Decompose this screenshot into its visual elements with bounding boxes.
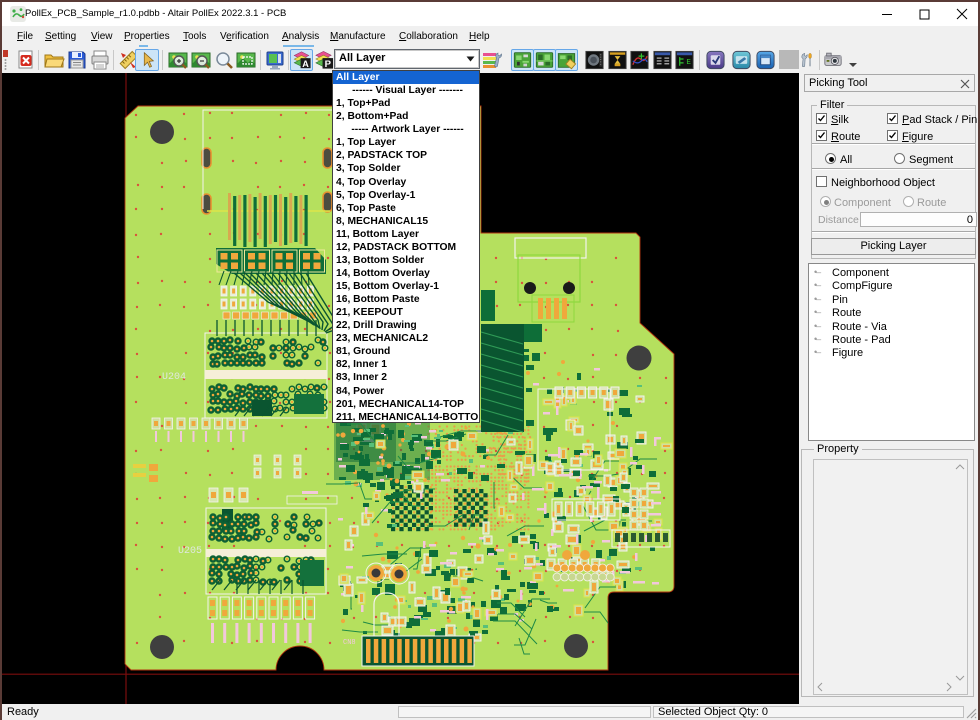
svg-text:P: P bbox=[325, 59, 332, 70]
svg-text:CN8: CN8 bbox=[343, 639, 356, 647]
svg-text:U205: U205 bbox=[178, 546, 202, 557]
svg-text:E: E bbox=[686, 59, 691, 67]
svg-text:A: A bbox=[302, 59, 309, 69]
svg-text:U204: U204 bbox=[162, 372, 186, 383]
